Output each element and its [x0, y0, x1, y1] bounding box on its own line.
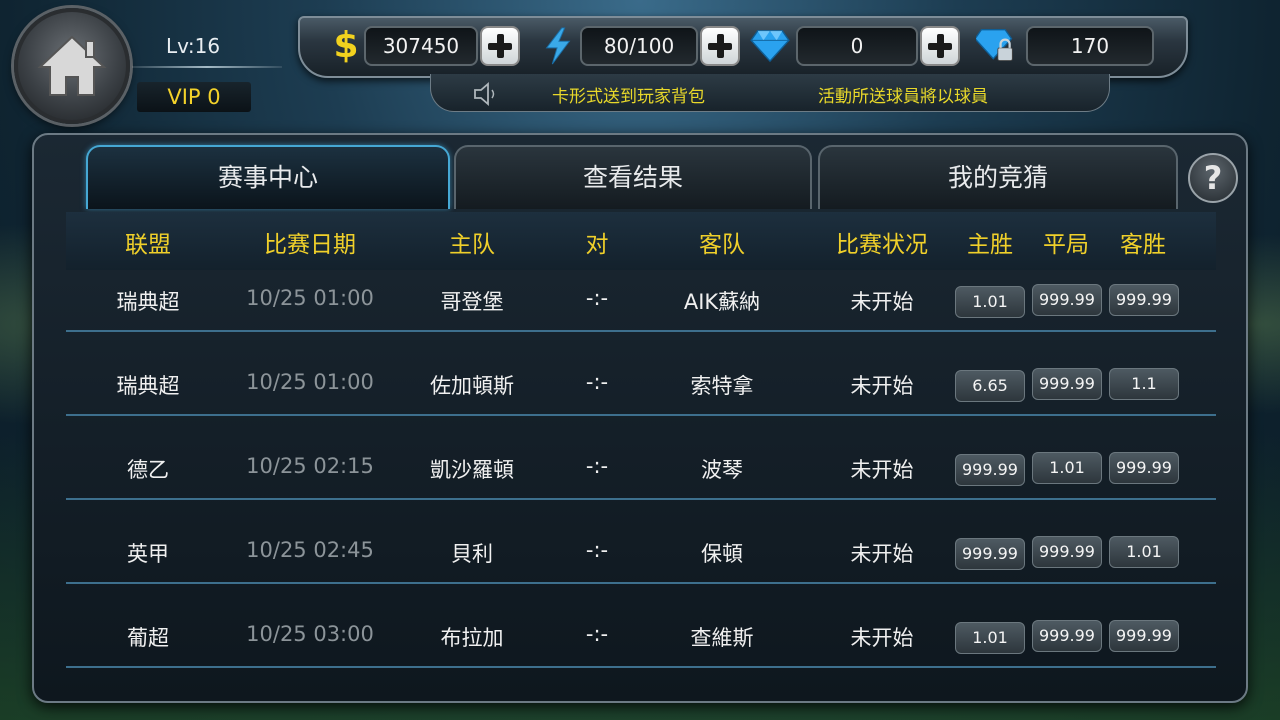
home-icon	[37, 35, 107, 96]
score-cell: -:-	[585, 622, 609, 646]
away-team-cell: 索特拿	[690, 374, 754, 398]
date-cell: 10/25 03:00	[246, 622, 374, 646]
away-team-cell: 波琴	[701, 458, 743, 482]
diamond-icon	[750, 26, 790, 66]
league-cell: 瑞典超	[116, 290, 180, 314]
away-team-cell: 查維斯	[690, 626, 754, 650]
date-cell: 10/25 02:15	[246, 454, 374, 478]
draw-odds-button[interactable]: 999.99	[1032, 368, 1102, 400]
help-button[interactable]: ?	[1188, 153, 1238, 203]
home-team-cell: 佐加頓斯	[430, 374, 514, 398]
energy-amount: 80/100	[580, 26, 698, 66]
locked-diamond-icon	[976, 26, 1016, 66]
date-cell: 10/25 02:45	[246, 538, 374, 562]
status-cell: 未开始	[850, 290, 914, 314]
status-cell: 未开始	[850, 374, 914, 398]
add-gold-button[interactable]	[480, 26, 520, 66]
status-cell: 未开始	[850, 542, 914, 566]
gold-amount: 307450	[364, 26, 478, 66]
add-diamond-button[interactable]	[920, 26, 960, 66]
league-cell: 英甲	[127, 542, 169, 566]
locked-diamond-amount: 170	[1026, 26, 1154, 66]
home-win-odds-button[interactable]: 1.01	[955, 622, 1025, 654]
announcement-text-right: 活動所送球員將以球員	[818, 87, 988, 107]
draw-odds-button[interactable]: 999.99	[1032, 536, 1102, 568]
home-team-cell: 哥登堡	[440, 290, 504, 314]
home-win-odds-button[interactable]: 999.99	[955, 454, 1025, 486]
home-button[interactable]	[14, 8, 130, 124]
add-energy-button[interactable]	[700, 26, 740, 66]
diamond-amount: 0	[796, 26, 918, 66]
tab-view-results[interactable]: 查看结果	[454, 145, 812, 209]
score-cell: -:-	[585, 370, 609, 394]
tab-my-bets[interactable]: 我的竞猜	[818, 145, 1178, 209]
score-cell: -:-	[585, 538, 609, 562]
away-win-odds-button[interactable]: 999.99	[1109, 284, 1179, 316]
away-win-odds-button[interactable]: 999.99	[1109, 620, 1179, 652]
announcement-text-left: 卡形式送到玩家背包	[552, 87, 705, 107]
away-win-odds-button[interactable]: 999.99	[1109, 452, 1179, 484]
draw-odds-button[interactable]: 999.99	[1032, 620, 1102, 652]
away-team-cell: 保頓	[701, 542, 743, 566]
home-team-cell: 布拉加	[440, 626, 504, 650]
draw-odds-button[interactable]: 1.01	[1032, 452, 1102, 484]
home-team-cell: 貝利	[451, 542, 493, 566]
away-win-odds-button[interactable]: 1.01	[1109, 536, 1179, 568]
home-win-odds-button[interactable]: 999.99	[955, 538, 1025, 570]
home-win-odds-button[interactable]: 1.01	[955, 286, 1025, 318]
away-win-odds-button[interactable]: 1.1	[1109, 368, 1179, 400]
home-team-cell: 凱沙羅頓	[430, 458, 514, 482]
energy-lightning-icon	[538, 26, 578, 66]
away-team-cell: AIK蘇納	[683, 290, 761, 314]
player-level: Lv:16	[166, 34, 221, 58]
score-cell: -:-	[585, 286, 609, 310]
score-cell: -:-	[585, 454, 609, 478]
date-cell: 10/25 01:00	[246, 370, 374, 394]
draw-odds-button[interactable]: 999.99	[1032, 284, 1102, 316]
level-divider	[132, 66, 282, 68]
status-cell: 未开始	[850, 458, 914, 482]
league-cell: 瑞典超	[116, 374, 180, 398]
speaker-icon	[474, 82, 495, 106]
league-cell: 德乙	[127, 458, 169, 482]
date-cell: 10/25 01:00	[246, 286, 374, 310]
vip-badge[interactable]: VIP 0	[137, 82, 251, 112]
status-cell: 未开始	[850, 626, 914, 650]
league-cell: 葡超	[127, 626, 169, 650]
gold-dollar-icon: $	[333, 25, 359, 66]
tab-match-center[interactable]: 赛事中心	[86, 145, 450, 209]
announcement-bar	[430, 74, 1110, 112]
home-win-odds-button[interactable]: 6.65	[955, 370, 1025, 402]
